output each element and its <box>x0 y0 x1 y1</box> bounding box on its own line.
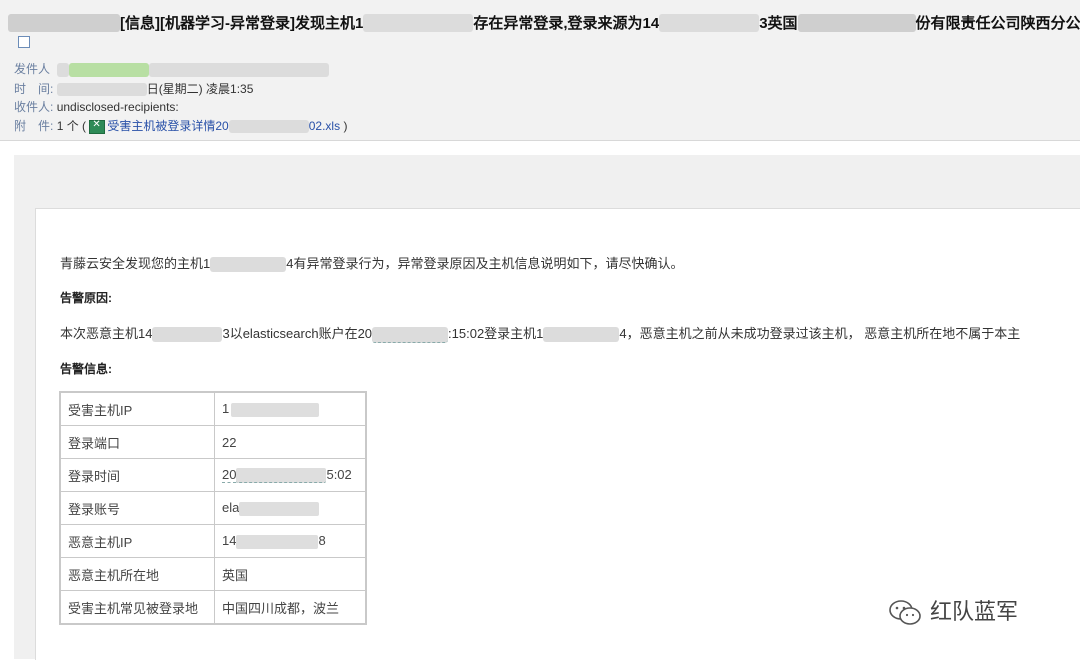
reason-text: 本次恶意主机14 3以elasticsearch账户在20 :15:02登录主机1 4… <box>60 323 1020 343</box>
attach-name-start: 受害主机被登录详情20 <box>107 119 229 133</box>
reason-part-4: 4，恶意主机之前从未成功登录过该主机， 恶意主机所在地不属于本主 <box>619 326 1021 341</box>
attachment-row: 附 件: 1 个 ( 受害主机被登录详情20 02.xls ) <box>14 117 347 134</box>
expand-icon[interactable] <box>18 36 30 48</box>
table-value: 22 <box>214 425 367 459</box>
mail-header: [信息][机器学习-异常登录]发现主机1 存在异常登录,登录来源为14 3英国 份有限… <box>0 0 1080 141</box>
table-value: 中国四川成都，波兰 <box>214 590 367 625</box>
redacted-block <box>239 501 320 516</box>
attach-label: 附 件: <box>14 119 54 133</box>
table-key: 受害主机IP <box>59 391 215 426</box>
from-row: 发件人 <box>14 60 330 77</box>
attach-count: 1 个 ( <box>56 119 87 133</box>
alert-info-table: 受害主机IP 1 登录端口 22 登录时间 20 5:02 登录账号 ela 恶意… <box>59 391 367 625</box>
table-value: 1 <box>222 401 230 417</box>
redacted-block <box>231 402 320 417</box>
table-key: 受害主机常见被登录地 <box>59 590 215 625</box>
watermark-text: 红队蓝军 <box>930 599 1019 624</box>
subject-prefix: [信息][机器学习-异常登录]发现主机1 <box>120 15 364 32</box>
sender-name[interactable] <box>69 62 150 77</box>
table-value-cell: 20 5:02 <box>214 458 367 492</box>
time-value: 日(星期二) 凌晨1:35 <box>146 82 254 96</box>
time-row: 时 间: 日(星期二) 凌晨1:35 <box>14 80 253 97</box>
table-value: 英国 <box>214 557 367 591</box>
table-row: 登录账号 ela <box>59 491 367 525</box>
redacted-block <box>236 534 319 549</box>
table-value-start: 14 <box>222 533 237 549</box>
table-key: 恶意主机所在地 <box>59 557 215 591</box>
table-key: 登录账号 <box>59 491 215 525</box>
excel-file-icon <box>89 119 106 134</box>
table-key: 登录端口 <box>59 425 215 459</box>
info-title: 告警信息: <box>60 362 112 376</box>
table-key: 登录时间 <box>59 458 215 492</box>
redacted-block <box>57 62 70 77</box>
redacted-block <box>363 13 474 32</box>
table-row: 登录时间 20 5:02 <box>59 458 367 492</box>
table-value-end: 5:02 <box>326 466 352 482</box>
redacted-block <box>56 83 147 97</box>
reason-part-2: 3以elasticsearch账户在20 <box>222 326 373 341</box>
reason-part-1: 本次恶意主机14 <box>60 326 153 341</box>
redacted-block <box>372 326 449 343</box>
subject-suffix: 份有限责任公司陕西分公司 <box>915 15 1080 32</box>
table-value-cell: ela <box>214 491 367 525</box>
to-value: undisclosed-recipients: <box>56 100 179 114</box>
redacted-block <box>797 13 916 32</box>
time-label: 时 间: <box>14 82 54 96</box>
table-value-end: 8 <box>318 533 326 549</box>
from-label: 发件人 <box>14 62 51 76</box>
reason-part-3: :15:02登录主机1 <box>448 326 544 341</box>
redacted-block <box>8 13 120 32</box>
watermark: 红队蓝军 <box>888 594 1018 627</box>
redacted-block <box>543 327 620 343</box>
redacted-block <box>149 62 330 77</box>
attachment-link[interactable]: 受害主机被登录详情20 02.xls <box>107 119 341 134</box>
table-value-cell: 14 8 <box>214 524 367 558</box>
table-value-cell: 1 <box>214 391 367 426</box>
intro-text: 青藤云安全发现您的主机1 4有异常登录行为，异常登录原因及主机信息说明如下，请尽快… <box>60 253 684 273</box>
table-row: 受害主机常见被登录地 中国四川成都，波兰 <box>59 590 367 625</box>
redacted-block <box>659 13 760 32</box>
intro-start: 青藤云安全发现您的主机1 <box>60 256 211 271</box>
attach-close: ) <box>343 119 348 133</box>
reason-title: 告警原因: <box>60 291 112 305</box>
wechat-icon <box>889 600 921 625</box>
redacted-block <box>228 120 309 134</box>
subject-mid: 存在异常登录,登录来源为14 <box>473 15 660 32</box>
table-row: 受害主机IP 1 <box>59 391 367 426</box>
table-row: 恶意主机IP 14 8 <box>59 524 367 558</box>
table-row: 登录端口 22 <box>59 425 367 459</box>
attach-name-end: 02.xls <box>308 119 341 133</box>
mail-subject: [信息][机器学习-异常登录]发现主机1 存在异常登录,登录来源为14 3英国 份有限… <box>8 12 1080 40</box>
table-value: ela <box>222 500 240 516</box>
redacted-block <box>152 327 223 343</box>
subject-mid2: 3英国 <box>759 15 798 32</box>
to-label: 收件人: <box>14 100 54 114</box>
table-value-start: 20 <box>222 466 237 483</box>
intro-end: 4有异常登录行为，异常登录原因及主机信息说明如下，请尽快确认。 <box>286 256 684 271</box>
table-key: 恶意主机IP <box>59 524 215 558</box>
redacted-block <box>210 257 287 273</box>
table-row: 恶意主机所在地 英国 <box>59 557 367 591</box>
redacted-block <box>236 468 327 484</box>
to-row: 收件人: undisclosed-recipients: <box>14 98 179 115</box>
